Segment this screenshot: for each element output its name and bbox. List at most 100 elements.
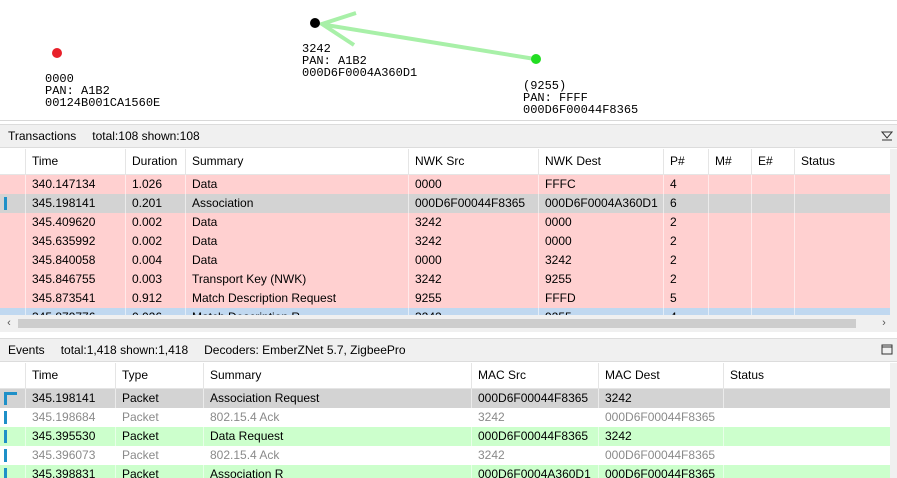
network-diagram[interactable]: 0000 PAN: A1B2 00124B001CA1560E 3242 PAN: A… [0,0,897,121]
ev-cell-time: 345.395530 [25,427,115,446]
tx-cell-summary: Data [185,175,408,194]
tx-cell-duration: 0.004 [125,251,185,270]
scroll-thumb[interactable] [18,319,856,328]
tx-col-1[interactable]: Duration [125,149,185,174]
ev-cell-src: 000D6F00044F8365 [471,427,598,446]
tx-row[interactable]: 345.198141 0.201 Association 000D6F00044F83… [0,194,890,213]
node-router-dot[interactable] [310,18,320,28]
tx-col-7[interactable]: E# [751,149,794,174]
selection-marker-icon [4,430,7,443]
events-table[interactable]: Time Type Summary MAC Src MAC Dest Status 345… [0,363,890,478]
ev-cell-src: 000D6F00044F8365 [471,389,598,408]
tx-row[interactable]: 345.846755 0.003 Transport Key (NWK) 3242 92… [0,270,890,289]
transactions-vscroll[interactable] [890,149,897,315]
tx-cell-p: 6 [663,194,708,213]
transactions-table[interactable]: Time Duration Summary NWK Src NWK Dest P# M# E#… [0,149,890,315]
tx-cell-summary: Data [185,251,408,270]
node-router-label: 3242 PAN: A1B2 000D6F0004A360D1 [302,42,418,80]
transactions-counts: total:108 shown:108 [92,129,200,143]
tx-row[interactable]: 345.8797760.026Match Description R324292… [0,308,890,315]
selection-marker-icon [4,449,7,462]
tx-cell-duration: 0.201 [125,194,185,213]
tx-cell-dest: FFFC [538,175,663,194]
tx-cell-p: 2 [663,232,708,251]
tx-cell-m [708,194,751,213]
tx-col-4[interactable]: NWK Dest [538,149,663,174]
node-joining-label: (9255) PAN: FFFF 000D6F00044F8365 [523,79,639,117]
ev-cell-src: 3242 [471,408,598,427]
tx-row[interactable]: 345.635992 0.002 Data 3242 0000 2 [0,232,890,251]
ev-cell-type: Packet [115,427,203,446]
tx-row[interactable]: 345.873541 0.912 Match Description Request… [0,289,890,308]
tx-col-8[interactable]: Status [794,149,890,174]
ev-cell-time: 345.198141 [25,389,115,408]
scroll-right-icon[interactable]: › [877,316,891,331]
ev-col-4[interactable]: MAC Dest [598,363,723,388]
ev-cell-summary: 802.15.4 Ack [203,408,471,427]
tx-cell-duration: 0.912 [125,289,185,308]
ev-col-3[interactable]: MAC Src [471,363,598,388]
tx-cell-summary: Association [185,194,408,213]
tx-col-2[interactable]: Summary [185,149,408,174]
tx-cell-e [751,213,794,232]
tx-cell-m [708,251,751,270]
ev-cell-type: Packet [115,465,203,478]
ev-cell-dest: 000D6F00044F8365 [598,446,723,465]
tx-cell-summary: Data [185,232,408,251]
events-decoders: Decoders: EmberZNet 5.7, ZigbeePro [204,343,406,357]
tx-cell-src: 0000 [408,175,538,194]
ev-cell-src: 3242 [471,446,598,465]
events-counts: total:1,418 shown:1,418 [60,343,189,357]
events-vscroll[interactable] [890,363,897,478]
tx-col-5[interactable]: P# [663,149,708,174]
ev-cell-status [723,446,890,465]
tx-cell-status [794,251,890,270]
tx-col-0[interactable]: Time [25,149,125,174]
tx-col-3[interactable]: NWK Src [408,149,538,174]
tx-cell-src: 000D6F00044F8365 [408,194,538,213]
tx-cell-time: 345.873541 [25,289,125,308]
ev-cell-time: 345.396073 [25,446,115,465]
ev-cell-type: Packet [115,446,203,465]
tx-cell-src: 9255 [408,289,538,308]
ev-cell-dest: 000D6F00044F8365 [598,408,723,427]
node-joining-dot[interactable] [531,54,541,64]
ev-row[interactable]: 345.198684 Packet 802.15.4 Ack 3242 000D6F00… [0,408,890,427]
transactions-hscroll[interactable]: ‹ › [0,315,897,332]
ev-row[interactable]: 345.395530 Packet Data Request 000D6F00044F… [0,427,890,446]
ev-col-2[interactable]: Summary [203,363,471,388]
tx-cell-status [794,232,890,251]
node-coordinator-label: 0000 PAN: A1B2 00124B001CA1560E [45,72,161,110]
ev-col-5[interactable]: Status [723,363,890,388]
tx-row[interactable]: 340.147134 1.026 Data 0000 FFFC 4 [0,175,890,194]
tx-row[interactable]: 345.409620 0.002 Data 3242 0000 2 [0,213,890,232]
tx-cell-p: 2 [663,213,708,232]
tx-cell-p: 2 [663,270,708,289]
ev-cell-src: 000D6F0004A360D1 [471,465,598,478]
tx-cell-p: 4 [663,175,708,194]
tx-cell-duration: 0.003 [125,270,185,289]
ev-cell-summary: 802.15.4 Ack [203,446,471,465]
ev-row[interactable]: 345.396073 Packet 802.15.4 Ack 3242 000D6F00… [0,446,890,465]
tx-col-6[interactable]: M# [708,149,751,174]
ev-cell-summary: Association Request [203,389,471,408]
tx-cell-status [794,289,890,308]
tx-row[interactable]: 345.840058 0.004 Data 0000 3242 2 [0,251,890,270]
selection-marker-icon [4,411,7,424]
ev-row[interactable]: 345.198141 Packet Association Request 000D6… [0,389,890,408]
tx-cell-time: 340.147134 [25,175,125,194]
tx-cell-summary: Transport Key (NWK) [185,270,408,289]
tx-cell-summary: Data [185,213,408,232]
tx-cell-m [708,232,751,251]
ev-col-0[interactable]: Time [25,363,115,388]
scroll-left-icon[interactable]: ‹ [2,316,16,331]
panel-collapse-icon[interactable] [880,128,894,142]
tx-cell-time: 345.198141 [25,194,125,213]
node-coordinator-dot[interactable] [52,48,62,58]
tx-cell-e [751,194,794,213]
ev-row[interactable]: 345.398831 Packet Association R 000D6F0004A… [0,465,890,478]
tx-cell-status [794,213,890,232]
transactions-title: Transactions [8,129,77,143]
ev-col-1[interactable]: Type [115,363,203,388]
panel-maximize-icon[interactable] [881,342,893,356]
